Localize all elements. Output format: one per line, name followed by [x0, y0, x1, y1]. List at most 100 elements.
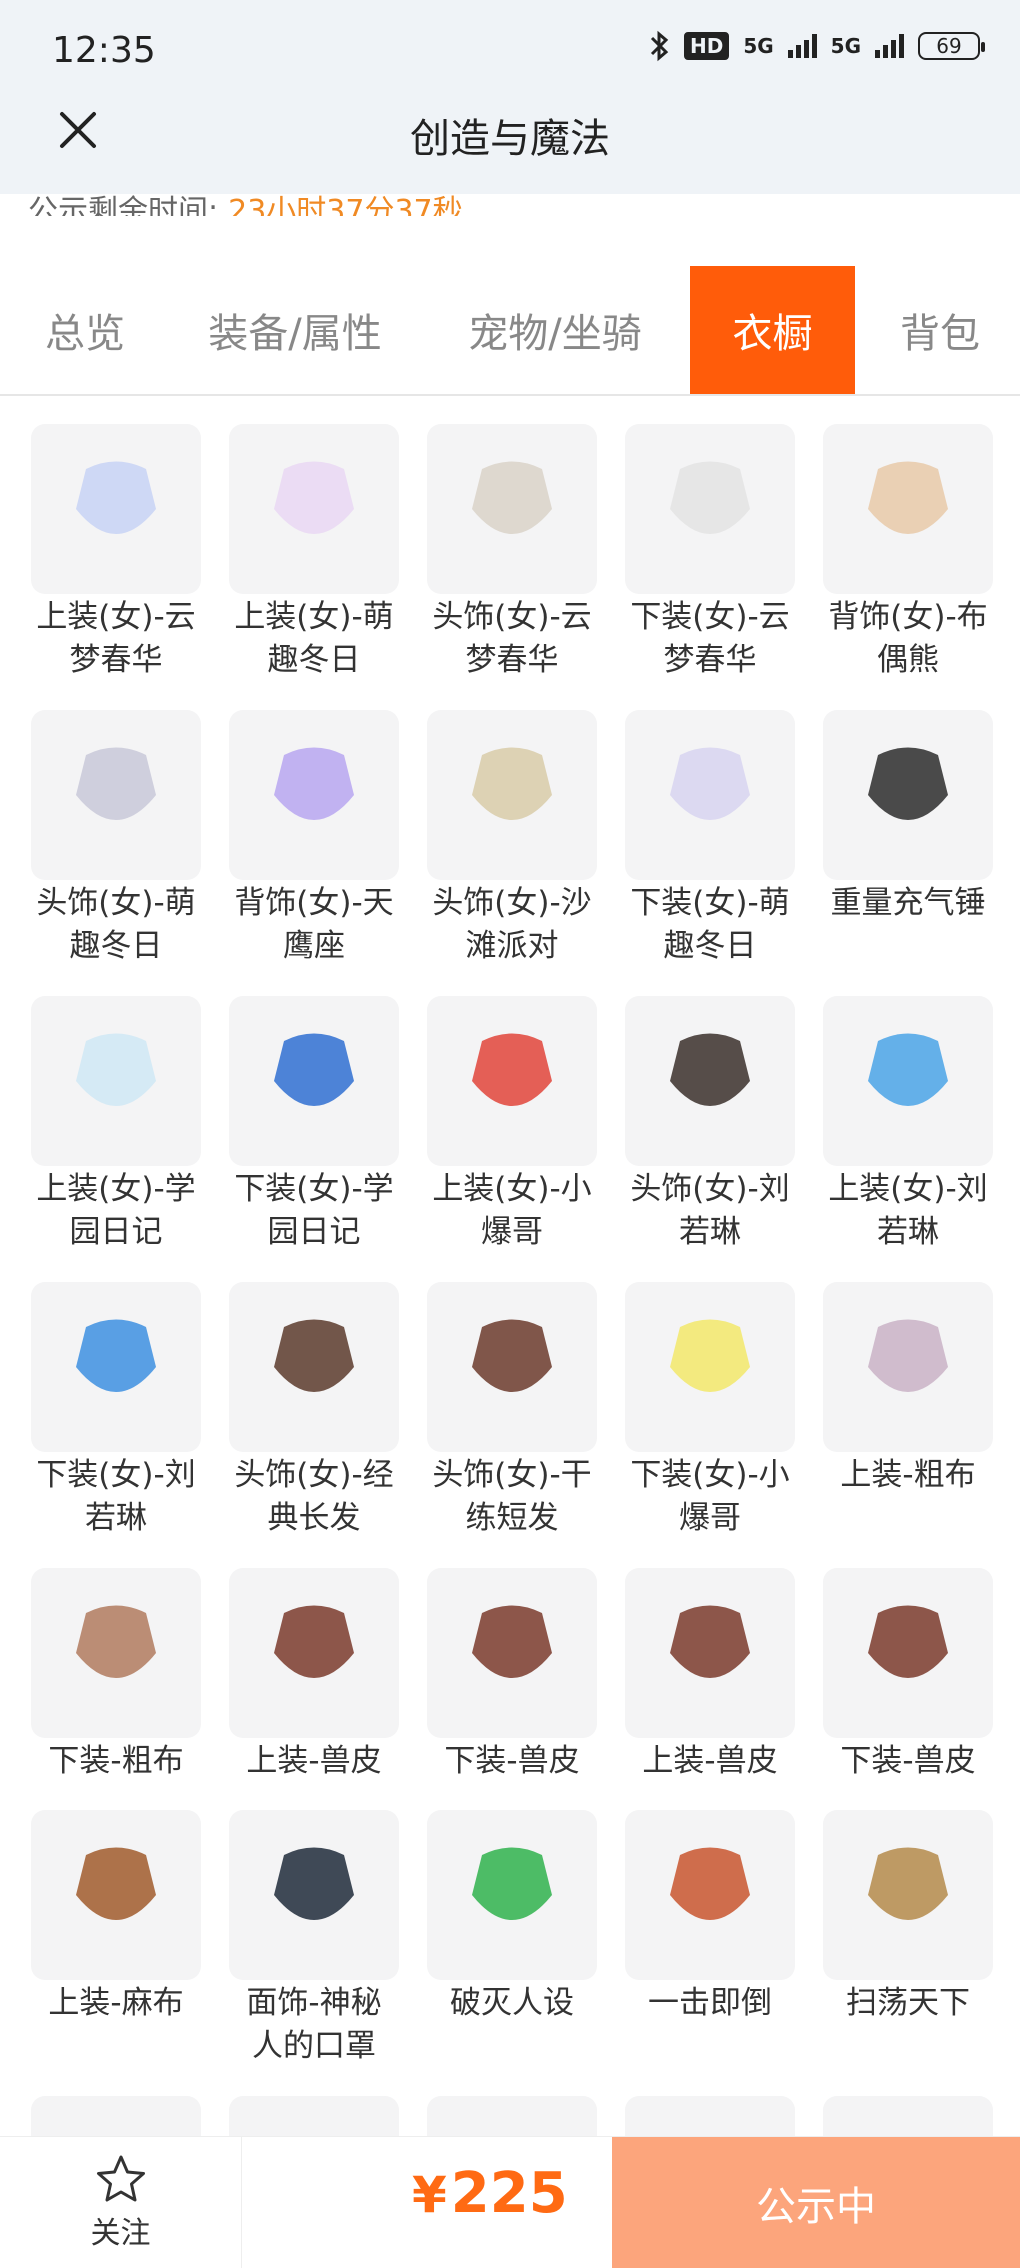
follow-label: 关注: [90, 2215, 151, 2251]
item-thumbnail: [625, 1282, 795, 1452]
wardrobe-item[interactable]: 上装(女)-小 爆哥: [424, 996, 600, 1254]
item-image-icon: [472, 1033, 552, 1106]
star-icon: [96, 2155, 145, 2201]
item-image-icon: [472, 747, 552, 820]
wardrobe-item[interactable]: 头饰(女)-萌 趣冬日: [28, 710, 204, 968]
tab-wardrobe[interactable]: 衣橱: [690, 266, 855, 394]
nav-bar: 创造与魔法: [0, 100, 1020, 194]
wardrobe-item[interactable]: 面饰-神秘 人的口罩: [226, 1810, 402, 2068]
item-image-icon: [472, 1847, 552, 1920]
item-thumbnail: [427, 996, 597, 1166]
item-image-icon: [274, 461, 354, 534]
item-image-icon: [76, 1847, 156, 1920]
status-action-button[interactable]: 公示中: [612, 2137, 1020, 2268]
item-name-line1: 下装(女)-刘: [36, 1457, 196, 1493]
item-name: 下装(女)-云 梦春华: [622, 596, 798, 682]
item-image-icon: [868, 1847, 948, 1920]
item-thumbnail: [31, 424, 201, 594]
follow-button[interactable]: 关注: [0, 2137, 242, 2268]
item-name: 下装-粗布: [28, 1740, 204, 1783]
item-name-line2: 趣冬日: [267, 642, 361, 678]
item-image-icon: [670, 1033, 750, 1106]
item-image-icon: [670, 1319, 750, 1392]
bluetooth-icon: [650, 30, 669, 62]
wardrobe-item[interactable]: 下装(女)-小 爆哥: [622, 1282, 798, 1540]
item-thumbnail: [823, 996, 993, 1166]
item-name: 上装-麻布: [28, 1982, 204, 2025]
wardrobe-item[interactable]: 下装-兽皮: [424, 1568, 600, 1783]
wardrobe-item[interactable]: 下装(女)-学 园日记: [226, 996, 402, 1254]
tab-equipment[interactable]: 装备/属性: [190, 266, 400, 394]
wardrobe-item[interactable]: 上装(女)-学 园日记: [28, 996, 204, 1254]
wardrobe-item[interactable]: 扫荡天下: [820, 1810, 996, 2025]
wardrobe-item[interactable]: 头饰(女)-干 练短发: [424, 1282, 600, 1540]
item-name-line1: 上装(女)-学: [36, 1171, 196, 1207]
wardrobe-item[interactable]: 背饰(女)-布 偶熊: [820, 424, 996, 682]
item-image-icon: [472, 1319, 552, 1392]
wardrobe-item[interactable]: 上装(女)-刘 若琳: [820, 996, 996, 1254]
item-name: 面饰-神秘 人的口罩: [226, 1982, 402, 2068]
item-name-line1: 上装-兽皮: [246, 1743, 382, 1779]
tab-overview[interactable]: 总览: [20, 266, 150, 394]
wardrobe-item[interactable]: 重量充气锤: [820, 710, 996, 925]
item-name-line1: 背饰(女)-布: [828, 599, 988, 635]
tab-backpack[interactable]: 背包: [880, 266, 1000, 394]
item-thumbnail: [229, 1568, 399, 1738]
wardrobe-item[interactable]: 上装(女)-萌 趣冬日: [226, 424, 402, 682]
item-name: 下装(女)-小 爆哥: [622, 1454, 798, 1540]
item-name-line1: 破灭人设: [450, 1985, 574, 2021]
wardrobe-item[interactable]: 上装-粗布: [820, 1282, 996, 1497]
close-button[interactable]: [48, 100, 108, 160]
item-name: 背饰(女)-天 鹰座: [226, 882, 402, 968]
wardrobe-item[interactable]: 下装-粗布: [28, 1568, 204, 1783]
item-image-icon: [670, 747, 750, 820]
item-thumbnail: [625, 710, 795, 880]
item-name-line2: 若琳: [877, 1214, 939, 1250]
item-name-line2: 爆哥: [481, 1214, 543, 1250]
item-name: 头饰(女)-云 梦春华: [424, 596, 600, 682]
network-label-1: 5G: [743, 34, 774, 58]
wardrobe-item[interactable]: 上装-麻布: [28, 1810, 204, 2025]
wardrobe-item[interactable]: 头饰(女)-沙 滩派对: [424, 710, 600, 968]
item-name-line2: 梦春华: [69, 642, 163, 678]
item-thumbnail: [823, 1810, 993, 1980]
item-name-line1: 上装-麻布: [48, 1985, 184, 2021]
item-name-line2: 梦春华: [663, 642, 757, 678]
wardrobe-item[interactable]: 头饰(女)-刘 若琳: [622, 996, 798, 1254]
wardrobe-item[interactable]: 上装-兽皮: [622, 1568, 798, 1783]
price-value: 225: [450, 2161, 568, 2226]
item-name: 上装-兽皮: [622, 1740, 798, 1783]
wardrobe-item[interactable]: 上装(女)-云 梦春华: [28, 424, 204, 682]
item-name-line1: 头饰(女)-云: [432, 599, 592, 635]
wardrobe-item[interactable]: 破灭人设: [424, 1810, 600, 2025]
wardrobe-item[interactable]: 头饰(女)-云 梦春华: [424, 424, 600, 682]
battery-icon: 69: [918, 32, 985, 60]
item-name-line1: 下装-兽皮: [840, 1743, 976, 1779]
wardrobe-item[interactable]: 一击即倒: [622, 1810, 798, 2025]
wardrobe-item[interactable]: 下装(女)-刘 若琳: [28, 1282, 204, 1540]
item-name-line2: 园日记: [267, 1214, 361, 1250]
item-name-line1: 重量充气锤: [830, 885, 986, 921]
item-thumbnail: [31, 1568, 201, 1738]
bottom-bar: 关注 ¥225 公示中: [0, 2136, 1020, 2268]
wardrobe-item[interactable]: 上装-兽皮: [226, 1568, 402, 1783]
wardrobe-item[interactable]: 背饰(女)-天 鹰座: [226, 710, 402, 968]
wardrobe-item[interactable]: 头饰(女)-经 典长发: [226, 1282, 402, 1540]
item-image-icon: [670, 1605, 750, 1678]
item-name: 上装-粗布: [820, 1454, 996, 1497]
item-name-line2: 园日记: [69, 1214, 163, 1250]
item-image-icon: [274, 1319, 354, 1392]
item-name-line1: 背饰(女)-天: [234, 885, 394, 921]
item-thumbnail: [427, 424, 597, 594]
item-name-line1: 下装-兽皮: [444, 1743, 580, 1779]
item-thumbnail: [229, 710, 399, 880]
item-name: 上装(女)-刘 若琳: [820, 1168, 996, 1254]
item-name: 下装(女)-刘 若琳: [28, 1454, 204, 1540]
item-name-line1: 下装(女)-云: [630, 599, 790, 635]
item-thumbnail: [427, 1282, 597, 1452]
wardrobe-item[interactable]: 下装-兽皮: [820, 1568, 996, 1783]
tab-pets[interactable]: 宠物/坐骑: [450, 266, 660, 394]
wardrobe-item[interactable]: 下装(女)-云 梦春华: [622, 424, 798, 682]
wardrobe-item[interactable]: 下装(女)-萌 趣冬日: [622, 710, 798, 968]
item-name-line2: 典长发: [267, 1500, 361, 1536]
